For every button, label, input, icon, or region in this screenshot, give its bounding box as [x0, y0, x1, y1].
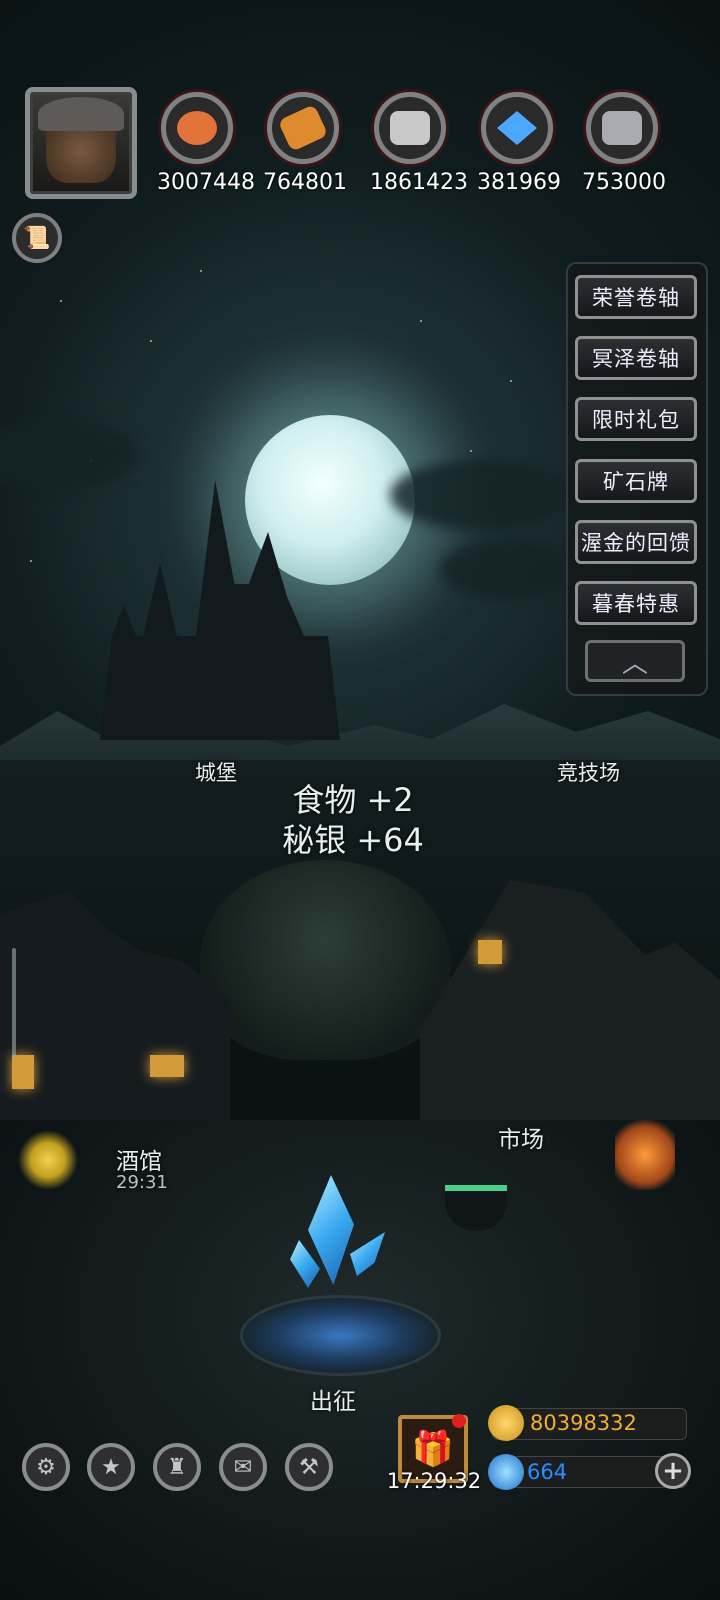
meat-icon: [161, 92, 233, 164]
resource-crystal-value: 381969: [477, 170, 561, 195]
notification-dot: [452, 1414, 466, 1428]
stone-bricks-icon: [374, 92, 446, 164]
wood-planks-icon: [267, 92, 339, 164]
castle-tower-icon: ♜: [167, 1454, 187, 1480]
dwarf-portrait-icon: [38, 97, 124, 183]
settings-gear-icon: ⚙: [36, 1454, 56, 1480]
iron-ingots-icon: [586, 92, 658, 164]
resource-iron[interactable]: 753000: [582, 92, 666, 195]
forge-fire: [615, 1120, 675, 1190]
resource-food-value: 3007448: [157, 170, 255, 195]
chevron-up-icon: ︿: [621, 648, 648, 679]
netherworld-scroll-button[interactable]: 冥泽卷轴: [575, 336, 697, 380]
resource-wood-value: 764801: [263, 170, 347, 195]
scroll-icon: 📜: [23, 225, 51, 251]
castle-menu-button[interactable]: ♜: [153, 1443, 201, 1491]
settings-button[interactable]: ⚙: [22, 1443, 70, 1491]
gold-reward-button[interactable]: 渥金的回馈: [575, 520, 697, 564]
achievement-star-icon: ★: [101, 1454, 121, 1480]
hourglass-icon: [18, 1130, 78, 1190]
ore-tag-button[interactable]: 矿石牌: [575, 459, 697, 503]
mithril-gain-text: 秘银 +64: [282, 821, 424, 859]
mail-button[interactable]: ✉: [219, 1443, 267, 1491]
gift-icon: 🎁: [411, 1429, 455, 1469]
gold-coins-icon: [488, 1405, 524, 1441]
player-avatar[interactable]: [25, 87, 137, 199]
gem-amount: 664: [527, 1460, 568, 1484]
market-label[interactable]: 市场: [498, 1120, 544, 1154]
resource-stone[interactable]: 1861423: [370, 92, 468, 195]
collapse-menu-button[interactable]: ︿: [585, 640, 685, 682]
mail-envelope-icon: ✉: [233, 1454, 253, 1480]
limited-pack-button[interactable]: 限时礼包: [575, 397, 697, 441]
honor-scroll-button[interactable]: 荣誉卷轴: [575, 275, 697, 319]
resource-food[interactable]: 3007448: [157, 92, 255, 195]
crystal-icon: [481, 92, 553, 164]
scroll-indicator: [12, 948, 16, 1058]
resource-crystal[interactable]: 381969: [477, 92, 561, 195]
resource-stone-value: 1861423: [370, 170, 468, 195]
plus-icon: +: [662, 1456, 684, 1486]
handshake-alliance-icon: ⚒: [299, 1454, 319, 1480]
arena-label[interactable]: 竞技场: [557, 757, 620, 787]
tavern-timer: 29:31: [116, 1172, 168, 1193]
gift-timer: 17:29:32: [386, 1469, 482, 1493]
resource-iron-value: 753000: [582, 170, 666, 195]
blue-gem-icon: [488, 1454, 524, 1490]
spring-sale-button[interactable]: 暮春特惠: [575, 581, 697, 625]
resource-wood[interactable]: 764801: [263, 92, 347, 195]
expedition-portal[interactable]: [240, 1295, 441, 1376]
tree: [200, 860, 450, 1060]
add-gems-button[interactable]: +: [655, 1453, 691, 1489]
expedition-label[interactable]: 出征: [310, 1382, 356, 1416]
tavern-label[interactable]: 酒馆: [116, 1142, 162, 1176]
achievements-button[interactable]: ★: [87, 1443, 135, 1491]
quest-scroll-button[interactable]: 📜: [12, 213, 62, 263]
gold-amount: 80398332: [530, 1411, 637, 1435]
alliance-button[interactable]: ⚒: [285, 1443, 333, 1491]
